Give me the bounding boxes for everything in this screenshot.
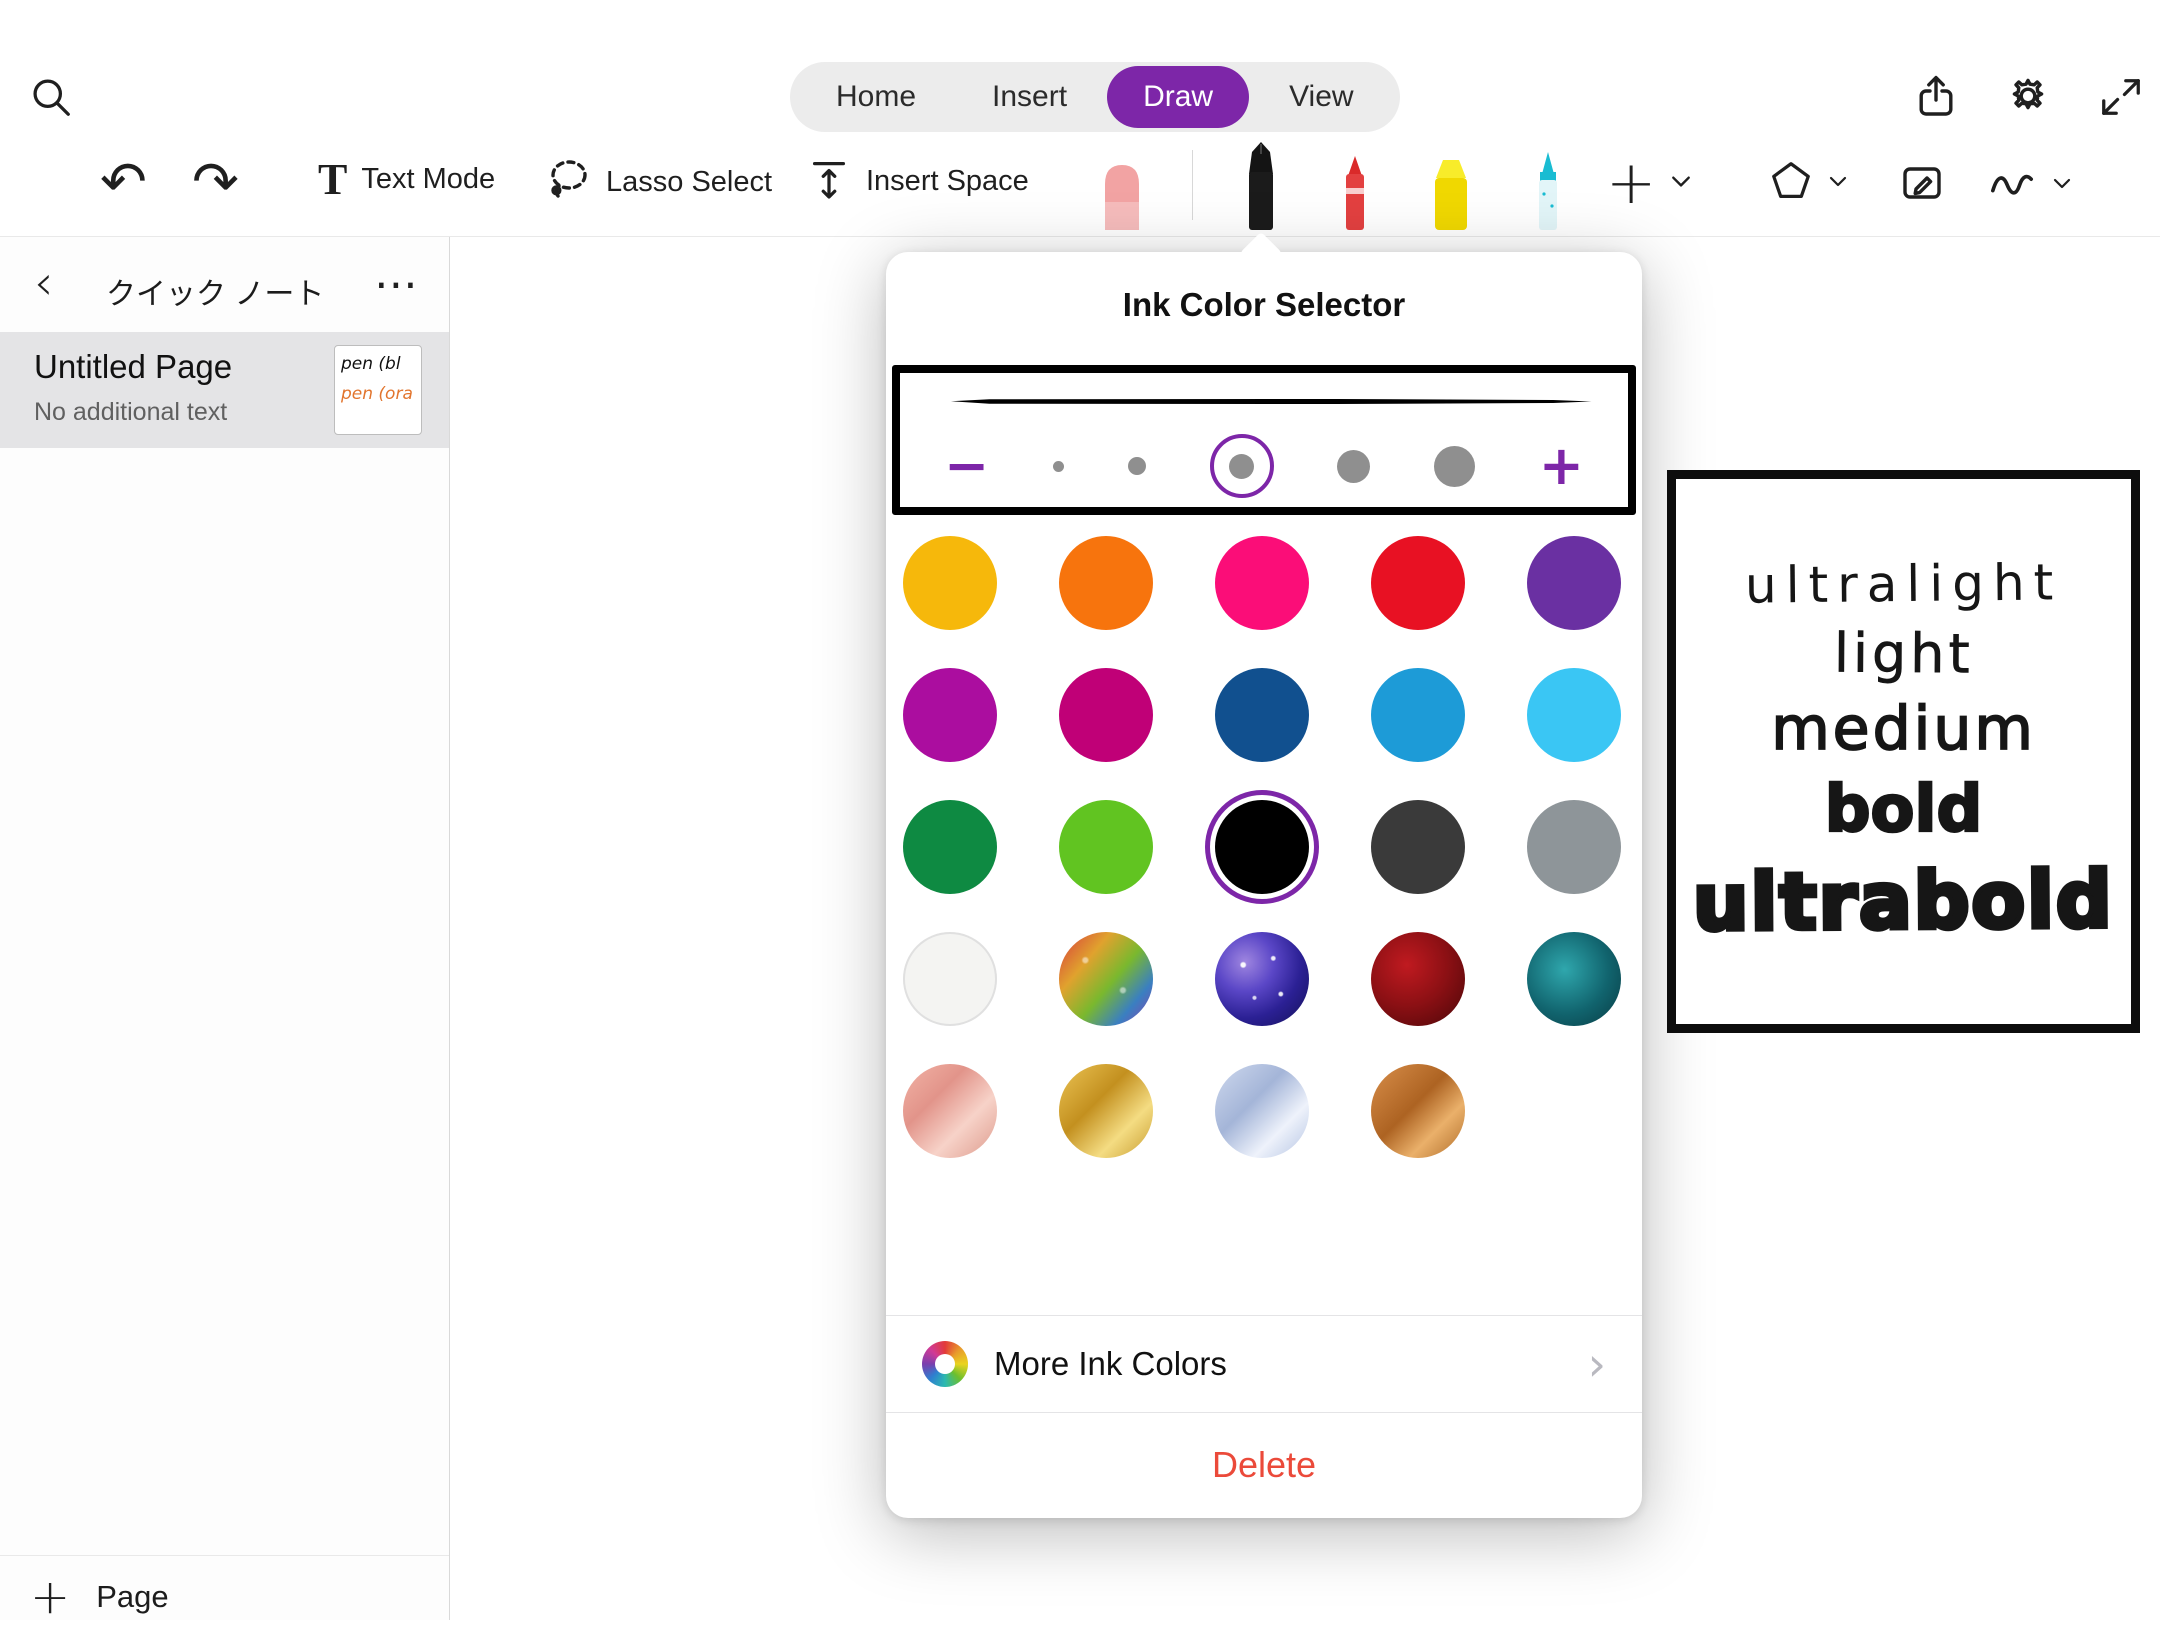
page-subtitle: No additional text [34,398,227,427]
plus-icon: + [30,1569,70,1625]
notebook-sidebar: ‹ クイック ノート ⋯ Untitled Page No additional… [0,237,450,1620]
stroke-size-option-selected[interactable] [1210,434,1274,498]
lasso-icon [544,156,592,209]
section-title: クイック ノート [106,269,324,313]
shapes-button[interactable] [1768,158,1848,209]
ink-color-rose-gold[interactable] [903,1064,997,1158]
stroke-thickness-panel: − + [892,365,1636,515]
tab-home[interactable]: Home [800,66,952,128]
lasso-label: Lasso Select [606,166,772,199]
undo-icon[interactable]: ↶ [100,150,147,215]
settings-gear-icon[interactable] [2004,72,2052,120]
ink-color-blue[interactable] [1371,668,1465,762]
ink-color-grid [903,536,1621,1158]
more-options-icon[interactable]: ⋯ [374,259,418,310]
ink-color-red-marble[interactable] [1371,932,1465,1026]
ink-color-light-blue[interactable] [1527,668,1621,762]
tab-draw[interactable]: Draw [1107,66,1249,128]
ink-color-light-green[interactable] [1059,800,1153,894]
stroke-size-option[interactable] [1128,457,1146,475]
stroke-size-option[interactable] [1337,450,1370,483]
ink-color-gray[interactable] [1527,800,1621,894]
pen-red-tool[interactable] [1337,156,1373,230]
chevron-down-icon [2052,176,2072,195]
ink-color-rainbow-glitter[interactable] [1059,932,1153,1026]
insert-space-label: Insert Space [866,165,1029,198]
add-page-button[interactable]: + Page [30,1569,169,1625]
chevron-right-icon: › [1588,1341,1606,1387]
ink-color-silver[interactable] [1215,1064,1309,1158]
search-icon[interactable] [28,74,74,120]
insert-space-button[interactable]: Insert Space [806,156,1029,207]
page-thumbnail: pen (bl pen (ora [334,345,422,435]
more-ink-colors-row[interactable]: More Ink Colors › [886,1316,1642,1412]
stroke-size-option[interactable] [1434,446,1475,487]
chevron-down-icon [1828,174,1848,193]
ink-color-dark-blue[interactable] [1215,668,1309,762]
tab-insert[interactable]: Insert [956,66,1103,128]
fullscreen-expand-icon[interactable] [2098,74,2144,120]
stroke-sample-bold: bold [1825,774,1983,848]
add-pen-button[interactable]: + [1606,148,1692,218]
ink-color-gold[interactable] [1059,1064,1153,1158]
more-ink-colors-label: More Ink Colors [994,1345,1588,1383]
stroke-sample-ultrabold: ultrabold [1693,856,2114,949]
lasso-select-button[interactable]: Lasso Select [544,156,772,209]
ink-color-black[interactable] [1215,800,1309,894]
ink-color-red[interactable] [1371,536,1465,630]
ink-replay-button[interactable] [1986,160,2072,211]
ink-color-magenta[interactable] [903,668,997,762]
ink-color-dark-gray[interactable] [1371,800,1465,894]
ink-color-green[interactable] [903,800,997,894]
ink-color-orange[interactable] [1059,536,1153,630]
toolbar-divider [1192,150,1193,220]
stroke-size-row: − + [900,425,1628,507]
ink-color-teal-marble[interactable] [1527,932,1621,1026]
sidebar-footer-divider [0,1555,449,1556]
popover-title: Ink Color Selector [886,286,1642,324]
ink-color-selector-popover: Ink Color Selector − + More Ink Colors ›… [886,252,1642,1518]
ink-color-galaxy[interactable] [1215,932,1309,1026]
decrease-size-button[interactable]: − [944,439,989,493]
text-mode-label: Text Mode [361,163,495,196]
text-mode-icon: T [318,154,347,205]
pentagon-shape-icon [1768,158,1814,209]
stroke-sample-light: light [1833,623,1973,686]
pen-black-tool[interactable] [1239,142,1283,230]
ink-color-bronze[interactable] [1371,1064,1465,1158]
stroke-weight-sample-box: ultralight light medium bold ultrabold [1667,470,2140,1033]
ink-color-dark-pink[interactable] [1059,668,1153,762]
delete-pen-button[interactable]: Delete [886,1412,1642,1518]
color-wheel-icon [922,1341,968,1387]
increase-size-button[interactable]: + [1539,439,1584,493]
ink-color-white[interactable] [903,932,997,1026]
pen-teal-tool[interactable] [1530,152,1566,230]
stroke-sample-medium: medium [1771,695,2036,764]
thumbnail-text-2: pen (ora [341,384,415,404]
highlighter-yellow-tool[interactable] [1429,158,1473,230]
delete-label: Delete [1212,1444,1316,1486]
ink-note-icon[interactable] [1898,160,1946,208]
ink-color-purple[interactable] [1527,536,1621,630]
ink-color-pink[interactable] [1215,536,1309,630]
stroke-size-option[interactable] [1053,461,1064,472]
tab-view[interactable]: View [1253,66,1389,128]
add-page-label: Page [96,1579,168,1615]
page-list-item[interactable]: Untitled Page No additional text pen (bl… [0,332,449,448]
back-chevron-icon[interactable]: ‹ [34,255,53,311]
eraser-tool[interactable] [1098,158,1146,230]
redo-icon[interactable]: ↷ [192,150,239,215]
ink-color-gold-yellow[interactable] [903,536,997,630]
stroke-preview [951,399,1592,404]
stroke-sample-ultralight: ultralight [1745,554,2063,615]
text-mode-button[interactable]: T Text Mode [318,154,495,205]
page-title: Untitled Page [34,348,232,386]
ribbon-tabs: Home Insert Draw View [790,62,1400,132]
share-icon[interactable] [1912,72,1960,120]
plus-icon: + [1606,148,1656,218]
thumbnail-text-1: pen (bl [341,354,415,374]
chevron-down-icon [1670,173,1692,194]
insert-space-icon [806,156,852,207]
squiggle-icon [1986,160,2038,211]
